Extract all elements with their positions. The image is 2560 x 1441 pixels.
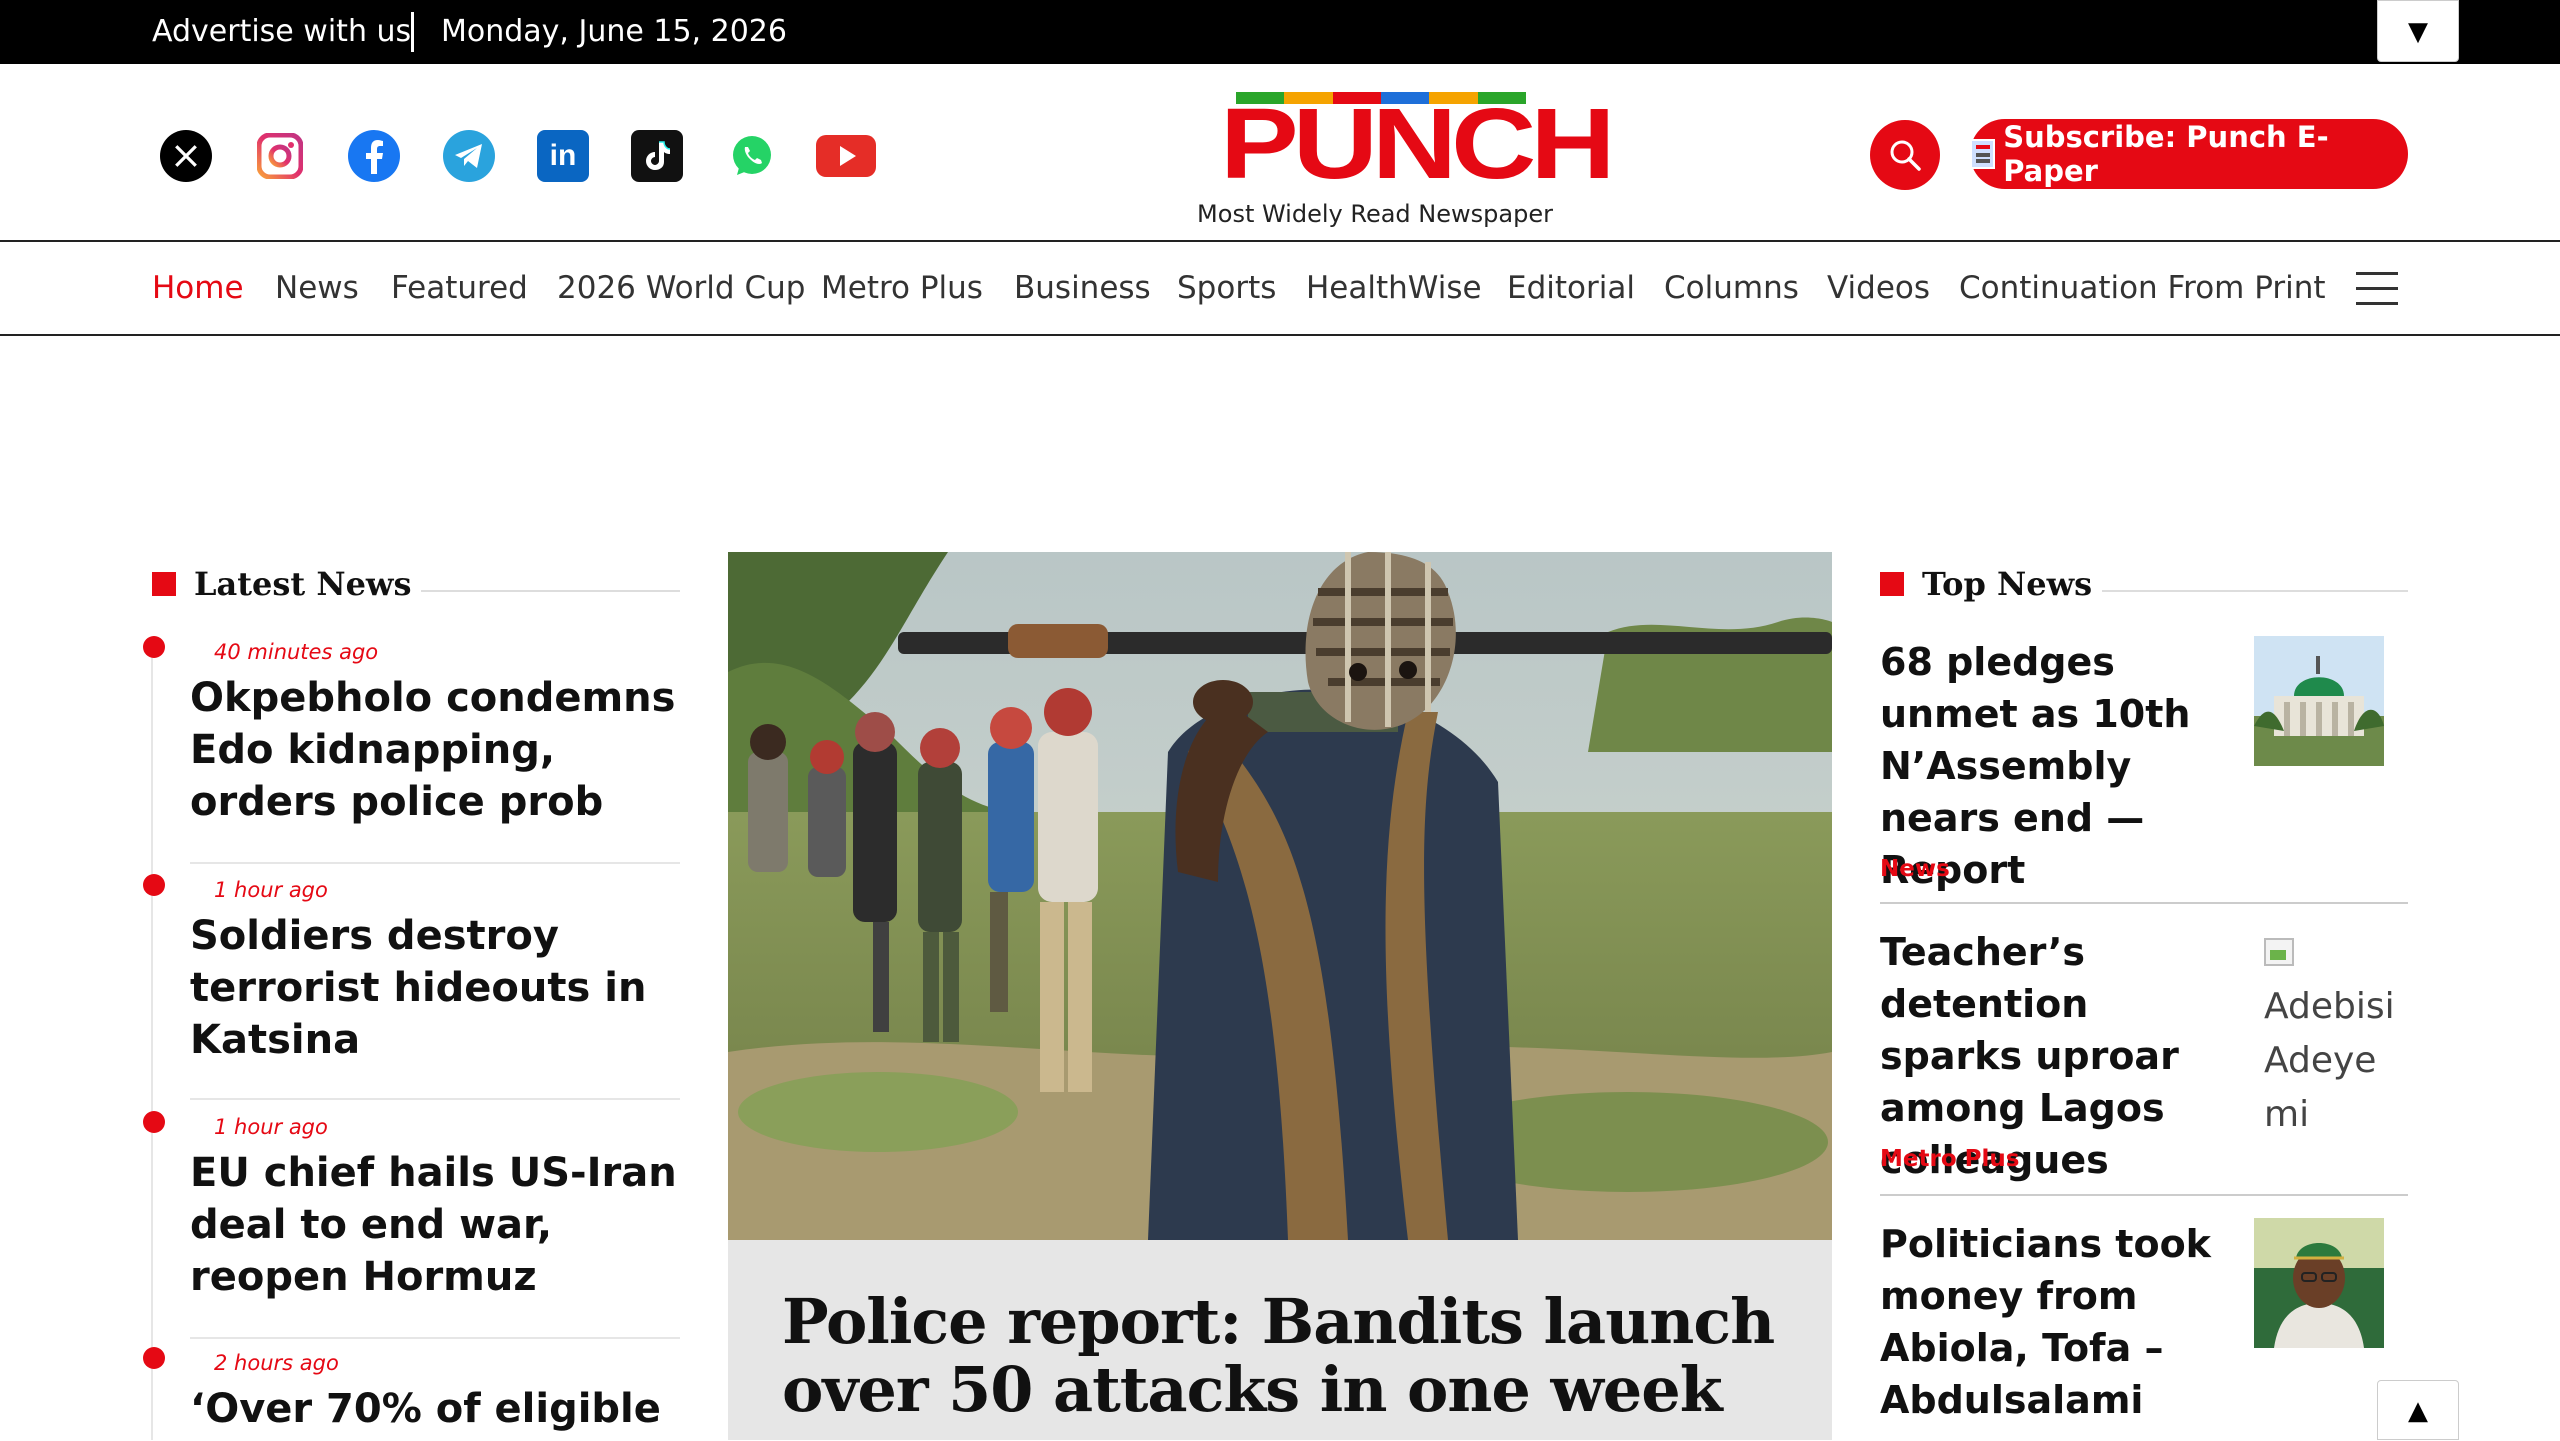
hero-headline[interactable]: Police report: Bandits launch over 50 at… <box>782 1288 1802 1424</box>
headline-link[interactable]: Okpebholo condemns Edo kidnapping, order… <box>190 672 680 828</box>
timeline-dot <box>143 1347 165 1369</box>
headline-link[interactable]: Politicians took money from Abiola, Tofa… <box>1880 1218 2240 1426</box>
timestamp: 2 hours ago <box>214 1351 339 1375</box>
timeline-dot <box>143 874 165 896</box>
logo-wordmark: PUNCH <box>1220 88 1616 201</box>
scroll-to-top-button[interactable]: ▲ <box>2377 1380 2459 1440</box>
main-nav: Home News Featured 2026 World Cup Metro … <box>0 240 2560 336</box>
timestamp: 1 hour ago <box>214 1115 328 1139</box>
current-date: Monday, June 15, 2026 <box>441 14 787 49</box>
timeline-line <box>151 640 153 1440</box>
hero-image[interactable] <box>728 552 1832 1240</box>
whatsapp-icon[interactable] <box>726 130 778 182</box>
topbar-divider <box>411 12 414 52</box>
nav-item-columns[interactable]: Columns <box>1664 242 1799 334</box>
facebook-icon[interactable] <box>348 130 400 182</box>
nav-item-editorial[interactable]: Editorial <box>1507 242 1635 334</box>
latest-news-heading: Latest News <box>152 564 680 604</box>
nav-item-healthwise[interactable]: HealthWise <box>1306 242 1482 334</box>
timestamp: 40 minutes ago <box>214 640 379 664</box>
broken-image-icon <box>2264 938 2294 966</box>
broken-thumbnail-image[interactable]: Adebisi Adeyemi <box>2264 926 2408 1142</box>
logo-tagline: Most Widely Read Newspaper <box>1197 200 1553 228</box>
youtube-icon[interactable] <box>815 130 877 182</box>
hero-caption[interactable]: Police report: Bandits launch over 50 at… <box>728 1240 1832 1440</box>
top-news-heading: Top News <box>1880 564 2408 604</box>
nav-item-world-cup[interactable]: 2026 World Cup <box>557 242 805 334</box>
x-icon[interactable] <box>160 130 212 182</box>
category-link[interactable]: News <box>1880 856 1950 882</box>
linkedin-icon[interactable]: in <box>537 130 589 182</box>
subscribe-label: Subscribe: Punch E-Paper <box>2003 120 2329 188</box>
nav-item-home[interactable]: Home <box>152 242 244 334</box>
nav-item-news[interactable]: News <box>275 242 359 334</box>
subscribe-button[interactable]: Subscribe: Punch E-Paper <box>1970 119 2408 189</box>
nav-item-metro-plus[interactable]: Metro Plus <box>821 242 983 334</box>
top-bar: Advertise with us Monday, June 15, 2026 … <box>0 0 2560 64</box>
thumbnail-image[interactable] <box>2254 636 2384 766</box>
thumbnail-image[interactable] <box>2254 1218 2384 1348</box>
nav-item-sports[interactable]: Sports <box>1177 242 1276 334</box>
nav-item-continuation[interactable]: Continuation From Print <box>1959 242 2326 334</box>
nav-item-business[interactable]: Business <box>1014 242 1151 334</box>
timeline-dot <box>143 1111 165 1133</box>
headline-link[interactable]: EU chief hails US-Iran deal to end war, … <box>190 1147 680 1303</box>
telegram-icon[interactable] <box>443 130 495 182</box>
chevron-down-icon[interactable]: ▼ <box>2377 0 2459 62</box>
headline-link[interactable]: Soldiers destroy terrorist hideouts in K… <box>190 910 680 1066</box>
instagram-icon[interactable] <box>254 130 306 182</box>
headline-link[interactable]: ‘Over 70% of eligible <box>190 1383 680 1435</box>
nav-item-videos[interactable]: Videos <box>1827 242 1930 334</box>
timestamp: 1 hour ago <box>214 878 328 902</box>
menu-icon[interactable] <box>2356 272 2398 306</box>
tiktok-icon[interactable] <box>631 130 683 182</box>
category-link[interactable]: Metro Plus <box>1880 1146 2019 1172</box>
search-button[interactable] <box>1870 120 1940 190</box>
search-icon <box>1890 140 1921 171</box>
hero-story[interactable]: Police report: Bandits launch over 50 at… <box>728 552 1832 1440</box>
advertise-link[interactable]: Advertise with us <box>152 0 411 64</box>
timeline-dot <box>143 636 165 658</box>
nav-item-featured[interactable]: Featured <box>391 242 528 334</box>
newspaper-icon <box>1970 139 1996 169</box>
